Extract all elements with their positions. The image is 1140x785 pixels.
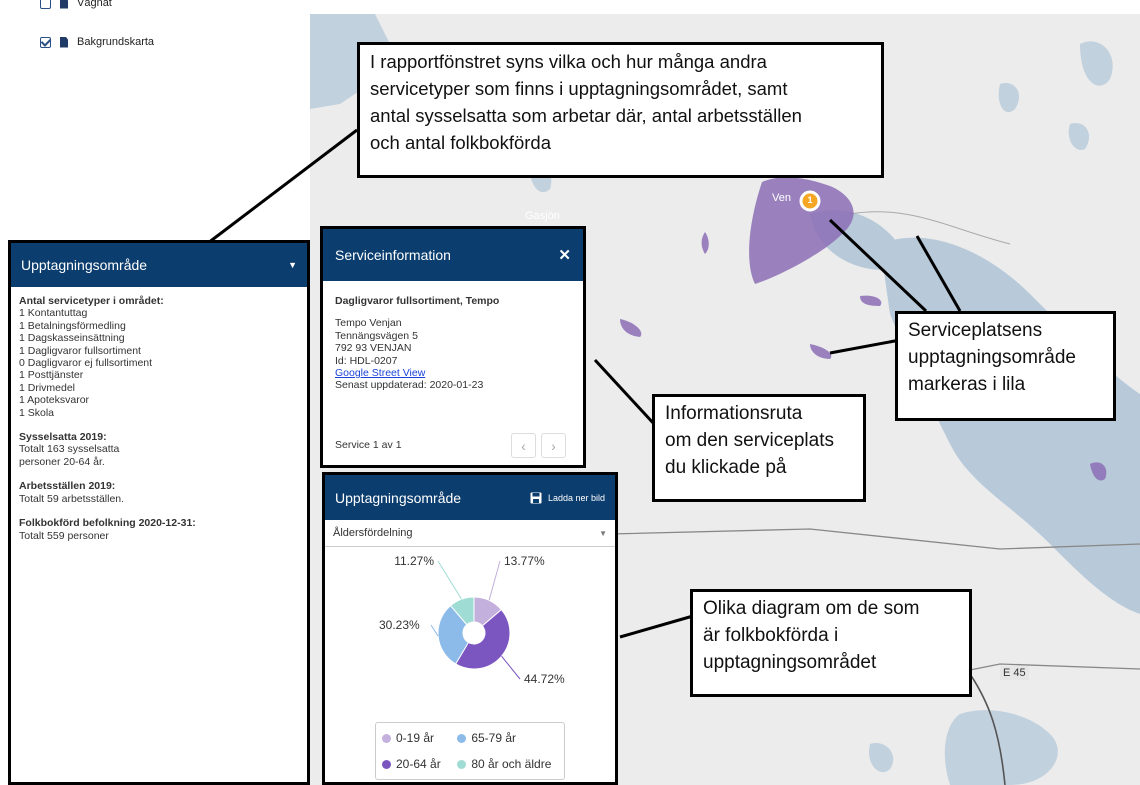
label-leader-line bbox=[488, 560, 501, 601]
service-info-panel: Serviceinformation ✕ Dagligvaror fullsor… bbox=[320, 226, 586, 468]
callout-line: och antal folkbokförda bbox=[370, 132, 552, 153]
chart-panel: Upptagningsområde Ladda ner bild Åldersf… bbox=[322, 472, 618, 785]
chart-panel-title: Upptagningsområde bbox=[335, 489, 462, 506]
callout-line: I rapportfönstret syns vilka och hur mån… bbox=[370, 51, 767, 72]
connector-line bbox=[619, 614, 694, 639]
list-item: 1 Drivmedel bbox=[19, 381, 76, 394]
list-item: 1 Posttjänster bbox=[19, 369, 84, 382]
callout-line: Serviceplatsens bbox=[908, 320, 1043, 341]
text-line: Totalt 59 arbetsställen. bbox=[19, 492, 125, 505]
legend-swatch bbox=[382, 733, 391, 743]
street-view-link[interactable]: Google Street View bbox=[335, 367, 571, 379]
callout-line: du klickade på bbox=[665, 457, 787, 478]
legend-swatch bbox=[382, 759, 391, 769]
pie-label: 11.27% bbox=[394, 554, 434, 568]
donut-chart: 13.77% 44.72% 30.23% 11.27% bbox=[379, 554, 565, 686]
connector-line bbox=[829, 338, 901, 355]
address-line: 792 93 VENJAN bbox=[335, 342, 412, 355]
list-item: 1 Dagskasseinsättning bbox=[19, 332, 125, 345]
legend-label: 65-79 år bbox=[471, 731, 517, 745]
callout-line: Informationsruta bbox=[665, 403, 803, 424]
callout-line: Olika diagram om de som bbox=[703, 598, 920, 619]
service-info-body: Dagligvaror fullsortiment, Tempo Tempo V… bbox=[323, 281, 583, 392]
pie-label: 30.23% bbox=[379, 618, 420, 632]
chevron-down-icon: ▼ bbox=[599, 528, 607, 538]
callout-line: upptagningsområde bbox=[908, 347, 1076, 368]
caret-down-icon[interactable]: ▼ bbox=[288, 260, 297, 270]
callout-line: om den serviceplats bbox=[665, 430, 834, 451]
legend-swatch bbox=[457, 759, 467, 769]
report-panel-title: Upptagningsområde bbox=[21, 257, 148, 273]
download-label: Ladda ner bild bbox=[547, 492, 605, 503]
pie-label: 44.72% bbox=[524, 672, 565, 686]
legend-swatch bbox=[457, 733, 467, 743]
updated-date: Senast uppdaterad: 2020-01-23 bbox=[335, 379, 484, 392]
legend-item[interactable]: 80 år och äldre bbox=[457, 755, 558, 773]
list-item: 0 Dagligvaror ej fullsortiment bbox=[19, 357, 153, 370]
section-heading: Arbetsställen 2019: bbox=[19, 480, 116, 493]
address-line: Id: HDL-0207 bbox=[335, 354, 398, 367]
legend-label: 0-19 år bbox=[396, 731, 435, 745]
text-line: Totalt 559 personer bbox=[19, 529, 109, 542]
callout-charts: Olika diagram om de som är folkbokförda … bbox=[690, 589, 972, 697]
connector-line bbox=[828, 218, 928, 313]
report-panel: Upptagningsområde ▼ Antal servicetyper i… bbox=[8, 240, 310, 785]
prev-button[interactable]: ‹ bbox=[511, 433, 536, 458]
list-item: 1 Kontantuttag bbox=[19, 307, 88, 320]
callout-line: markeras i lila bbox=[908, 374, 1026, 395]
legend-item[interactable]: 65-79 år bbox=[457, 729, 558, 747]
service-counter: Service 1 av 1 bbox=[335, 439, 402, 451]
chart-type-select[interactable]: Åldersfördelning ▼ bbox=[325, 520, 615, 547]
pie-label: 13.77% bbox=[504, 554, 545, 568]
legend-item[interactable]: 0-19 år bbox=[382, 729, 447, 747]
service-info-header: Serviceinformation ✕ bbox=[323, 229, 583, 281]
close-icon[interactable]: ✕ bbox=[558, 246, 571, 264]
save-icon bbox=[530, 492, 542, 503]
legend-item[interactable]: 20-64 år bbox=[382, 755, 447, 773]
section-heading: Folkbokförd befolkning 2020-12-31: bbox=[19, 517, 196, 530]
callout-info: Informationsruta om den serviceplats du … bbox=[652, 394, 866, 502]
address-line: Tennängsvägen 5 bbox=[335, 329, 418, 342]
callout-area: Serviceplatsens upptagningsområde marker… bbox=[895, 311, 1116, 421]
service-name: Dagligvaror fullsortiment, Tempo bbox=[335, 295, 500, 307]
next-button[interactable]: › bbox=[541, 433, 566, 458]
chart-legend: 0-19 år 65-79 år 20-64 år 80 år och äldr… bbox=[375, 722, 565, 780]
list-item: 1 Betalningsförmedling bbox=[19, 319, 126, 332]
label-leader-line bbox=[430, 624, 439, 637]
download-button[interactable]: Ladda ner bild bbox=[530, 492, 605, 504]
list-item: 1 Dagligvaror fullsortiment bbox=[19, 344, 141, 357]
legend-label: 20-64 år bbox=[396, 757, 441, 771]
section-heading: Antal servicetyper i området: bbox=[19, 295, 164, 307]
service-info-title: Serviceinformation bbox=[335, 247, 451, 263]
select-value: Åldersfördelning bbox=[333, 527, 413, 539]
chart-panel-header: Upptagningsområde Ladda ner bild bbox=[325, 475, 615, 520]
callout-line: är folkbokförda i bbox=[703, 625, 839, 646]
report-panel-header[interactable]: Upptagningsområde ▼ bbox=[11, 243, 307, 287]
connector-line bbox=[915, 235, 962, 312]
text-line: personer 20-64 år. bbox=[19, 455, 105, 468]
text-line: Totalt 163 sysselsatta bbox=[19, 443, 120, 456]
label-leader-line bbox=[437, 560, 462, 600]
list-item: 1 Apoteksvaror bbox=[19, 394, 90, 407]
label-leader-line bbox=[501, 655, 521, 680]
legend-label: 80 år och äldre bbox=[471, 757, 552, 771]
callout-line: servicetyper som finns i upptagningsområ… bbox=[370, 78, 788, 99]
connector-line bbox=[593, 358, 657, 427]
address-line: Tempo Venjan bbox=[335, 317, 402, 330]
callout-line: upptagningsområdet bbox=[703, 652, 877, 673]
section-heading: Sysselsatta 2019: bbox=[19, 431, 107, 444]
callout-line: antal sysselsatta som arbetar där, antal… bbox=[370, 105, 802, 126]
report-panel-body: Antal servicetyper i området: 1 Kontantu… bbox=[11, 287, 307, 550]
list-item: 1 Skola bbox=[19, 406, 55, 419]
callout-report: I rapportfönstret syns vilka och hur mån… bbox=[357, 42, 884, 178]
